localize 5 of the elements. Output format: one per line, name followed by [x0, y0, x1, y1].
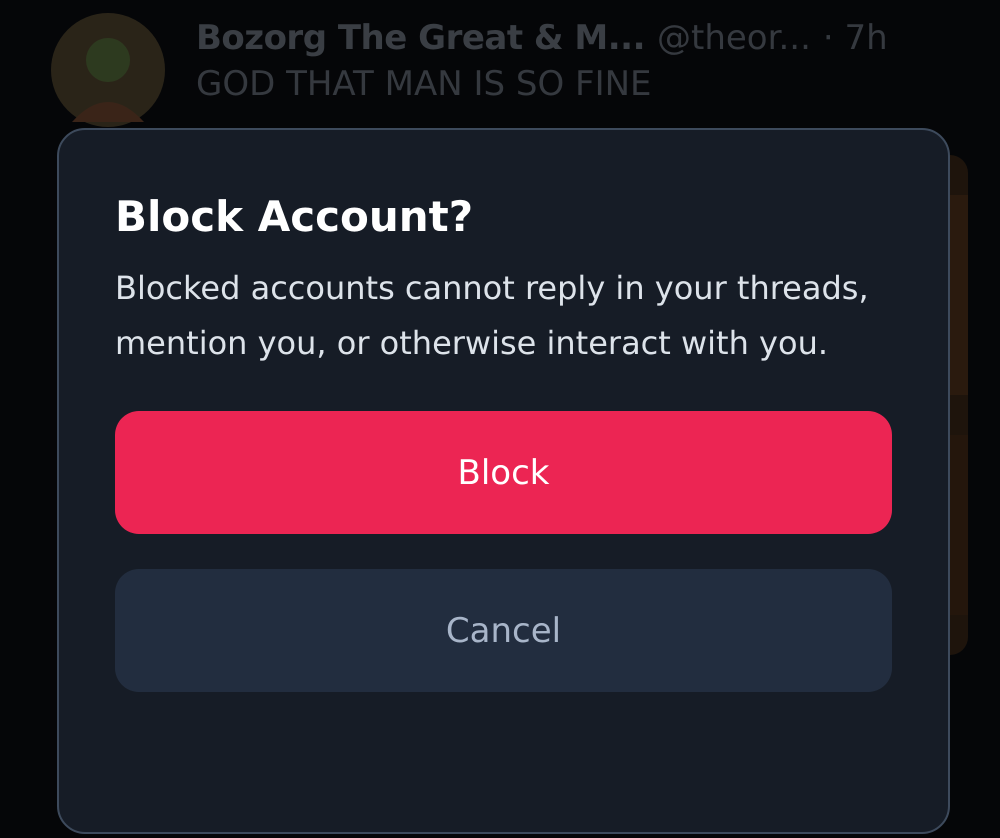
block-button[interactable]: Block [115, 411, 892, 534]
dialog-title: Block Account? [115, 192, 474, 241]
avatar-icon[interactable] [50, 12, 166, 128]
dialog-message: Blocked accounts cannot reply in your threads, mention you, or otherwise interact with you. [115, 268, 870, 364]
cancel-button[interactable]: Cancel [115, 569, 892, 692]
